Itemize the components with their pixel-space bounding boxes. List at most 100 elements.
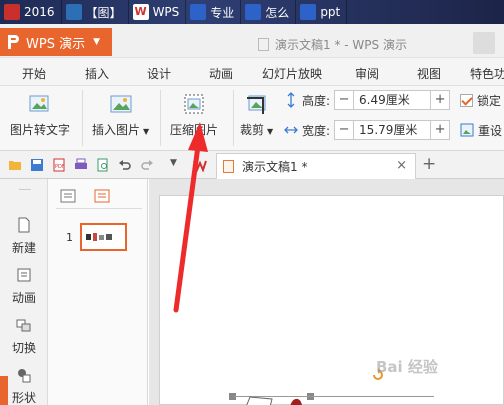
width-stepper[interactable]: − 15.79厘米 +	[334, 120, 451, 140]
reset-icon	[460, 123, 474, 137]
height-increase-button[interactable]: +	[431, 91, 449, 109]
taskbar-item-label: WPS	[152, 5, 180, 19]
tab-review[interactable]: 审阅	[355, 65, 379, 82]
insert-picture-icon	[110, 95, 132, 113]
width-increase-button[interactable]: +	[431, 121, 449, 139]
slide-thumbnail[interactable]	[80, 223, 127, 251]
picture-to-text-label: 图片转文字	[10, 123, 71, 137]
taskbar-item-label: 专业	[210, 5, 235, 20]
slide-number: 1	[66, 231, 73, 244]
app-icon	[4, 4, 20, 20]
menu-tabs: 开始 插入 设计 动画 幻灯片放映 审阅 视图 特色功	[0, 58, 504, 86]
wps-app-menu-button[interactable]: WPS 演示 ▼	[0, 28, 112, 56]
document-tab[interactable]: 演示文稿1 * ×	[216, 153, 416, 179]
lock-aspect-checkbox[interactable]: 锁定	[460, 92, 501, 109]
chevron-down-icon: ▼	[143, 127, 150, 136]
taskbar-item-ppt[interactable]: ppt	[296, 0, 348, 24]
ribbon-separator	[233, 90, 234, 146]
tab-animation[interactable]: 动画	[209, 65, 233, 82]
lock-label: 锁定	[477, 93, 502, 108]
insert-picture-label: 插入图片 ▼	[92, 121, 149, 138]
taskbar-item-2016[interactable]: 2016	[0, 0, 62, 24]
tab-slideshow[interactable]: 幻灯片放映	[262, 65, 322, 82]
slide-thumbnail-panel: 1	[48, 179, 148, 405]
height-input[interactable]: 6.49厘米	[353, 91, 432, 109]
reset-label: 重设	[478, 123, 503, 138]
tab-home[interactable]: 开始	[22, 65, 46, 82]
picture-to-text-button[interactable]: 图片转文字	[10, 92, 70, 138]
insert-picture-button[interactable]: 插入图片 ▼	[92, 92, 149, 138]
sidebar-item-label: 切换	[11, 341, 36, 355]
slides-view-icon[interactable]	[94, 189, 110, 203]
sidebar-item-new[interactable]: 新建	[0, 217, 48, 256]
height-row: 高度: − 6.49厘米 + 锁定	[284, 90, 501, 110]
os-taskbar: 2016 【图】 W WPS 专业 怎么 ppt	[0, 0, 504, 24]
taskbar-item-wps[interactable]: W WPS	[129, 0, 187, 24]
window-title-text: 演示文稿1 * - WPS 演示	[275, 38, 407, 52]
compress-picture-button[interactable]: 压缩图片	[170, 92, 218, 138]
wps-icon: W	[132, 4, 149, 20]
active-indicator	[0, 376, 8, 405]
taskbar-item-zenme[interactable]: 怎么	[241, 0, 297, 24]
open-folder-icon[interactable]	[8, 158, 22, 172]
title-bar: WPS 演示 ▼ 演示文稿1 * - WPS 演示	[0, 24, 504, 58]
document-tab-label: 演示文稿1 *	[242, 160, 308, 174]
height-decrease-button[interactable]: −	[335, 91, 353, 109]
redo-icon[interactable]	[140, 158, 154, 172]
print-icon[interactable]	[74, 158, 88, 172]
height-label: 高度:	[302, 93, 331, 108]
print-preview-icon[interactable]	[96, 158, 110, 172]
tab-view[interactable]: 视图	[417, 65, 441, 82]
ribbon-separator	[160, 90, 161, 146]
taskbar-item-label: 怎么	[265, 5, 290, 20]
thumbnail-view-tabs	[56, 187, 142, 209]
document-icon	[258, 38, 269, 51]
chevron-down-icon: ▼	[93, 37, 100, 47]
slide-editing-canvas	[149, 179, 504, 405]
crop-label: 裁剪 ▼	[240, 121, 273, 138]
tab-insert[interactable]: 插入	[85, 65, 109, 82]
taskbar-item-zhuanye[interactable]: 专业	[186, 0, 242, 24]
save-icon[interactable]	[30, 158, 44, 172]
reset-size-button[interactable]: 重设	[460, 122, 502, 139]
export-pdf-icon[interactable]: PDF	[52, 158, 66, 172]
height-stepper[interactable]: − 6.49厘米 +	[334, 90, 451, 110]
new-tab-button[interactable]: +	[422, 154, 436, 174]
current-slide[interactable]	[159, 195, 504, 405]
shape-icon	[18, 369, 31, 383]
tab-design[interactable]: 设计	[147, 65, 171, 82]
ribbon-separator	[82, 90, 83, 146]
animation-icon	[17, 268, 31, 282]
crop-button[interactable]: 裁剪 ▼	[240, 92, 273, 138]
checkbox-checked-icon	[460, 93, 474, 107]
width-input[interactable]: 15.79厘米	[353, 121, 432, 139]
paw-icon	[245, 4, 262, 20]
crop-text: 裁剪	[240, 123, 265, 137]
outline-view-icon[interactable]	[60, 189, 76, 203]
picture-to-text-icon	[29, 95, 49, 112]
sidebar-item-label: 新建	[11, 241, 36, 255]
inserted-picture[interactable]	[246, 395, 306, 405]
svg-text:PDF: PDF	[55, 164, 65, 170]
taskbar-item-image[interactable]: 【图】	[62, 0, 129, 24]
customize-toolbar-chevron-icon[interactable]: ▼	[170, 158, 177, 168]
wps-home-icon[interactable]	[193, 158, 207, 172]
width-label: 宽度:	[302, 123, 331, 138]
app-menu-label: WPS 演示	[26, 36, 86, 52]
paw-icon	[190, 4, 207, 20]
width-row: 宽度: − 15.79厘米 + 重设	[284, 120, 502, 140]
chevron-down-icon: ▼	[267, 127, 274, 136]
sidebar-item-transition[interactable]: 切换	[0, 317, 48, 356]
presentation-file-icon	[223, 160, 234, 173]
undo-icon[interactable]	[118, 158, 132, 172]
ribbon-toolbar: 图片转文字 插入图片 ▼ 压缩图片 裁剪 ▼ 高度: − 6.49厘米 + 锁定…	[0, 86, 504, 151]
wps-logo-icon	[8, 35, 19, 49]
sidebar-item-animation[interactable]: 动画	[0, 267, 48, 306]
compress-picture-label: 压缩图片	[170, 123, 219, 137]
crop-icon	[246, 95, 266, 114]
width-decrease-button[interactable]: −	[335, 121, 353, 139]
account-avatar[interactable]	[473, 32, 495, 54]
tab-special-features[interactable]: 特色功	[470, 65, 504, 82]
close-tab-icon[interactable]: ×	[396, 158, 407, 173]
sidebar-item-label: 动画	[11, 291, 36, 305]
